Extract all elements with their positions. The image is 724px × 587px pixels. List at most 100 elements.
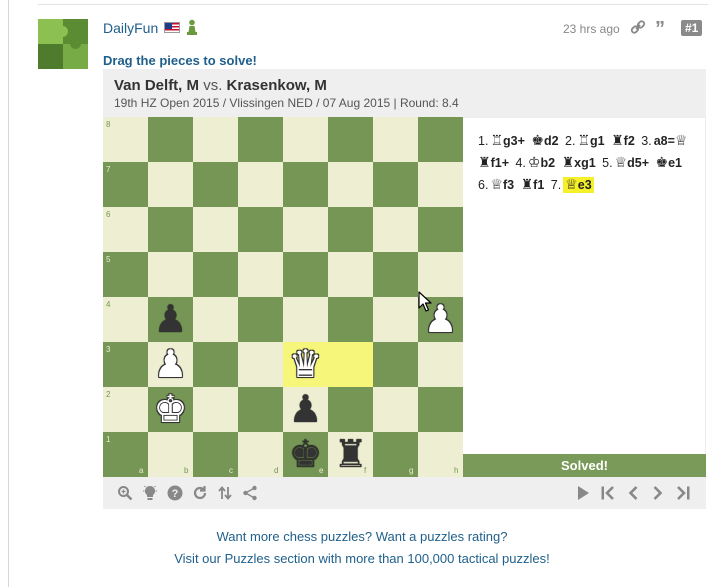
first-move-icon[interactable] xyxy=(599,484,617,502)
square-c8[interactable] xyxy=(193,117,238,162)
white-queen-e3[interactable]: ♛ xyxy=(283,342,328,387)
black-pawn-e2[interactable]: ♟ xyxy=(283,387,328,432)
current-move[interactable]: ♕e3 xyxy=(563,177,594,193)
puzzles-section-link[interactable]: Visit our Puzzles section with more than… xyxy=(42,551,682,566)
square-d4[interactable] xyxy=(238,297,283,342)
move-list-panel: 1. ♖g3+ ♚d2 2. ♖g1 ♜f2 3. a8=♕ ♜f1+ 4. ♔b2 ♜… xyxy=(463,117,706,454)
black-move[interactable]: ♚d2 xyxy=(531,133,558,149)
versus-label: vs. xyxy=(203,77,223,94)
square-h2[interactable] xyxy=(418,387,463,432)
square-g7[interactable] xyxy=(373,162,418,207)
black-move[interactable]: ♚e1 xyxy=(655,155,682,171)
square-h8[interactable] xyxy=(418,117,463,162)
square-e8[interactable] xyxy=(283,117,328,162)
flip-board-icon[interactable] xyxy=(216,484,234,502)
black-rook-f1[interactable]: ♜ xyxy=(328,432,373,477)
black-move[interactable]: ♜f1 xyxy=(520,177,545,193)
piece-glyph-icon: ♚ xyxy=(655,155,669,171)
white-move[interactable]: ♖g3+ xyxy=(490,133,524,149)
rank-label: 6 xyxy=(106,210,111,219)
square-e5[interactable] xyxy=(283,252,328,297)
move-list: 1. ♖g3+ ♚d2 2. ♖g1 ♜f2 3. a8=♕ ♜f1+ 4. ♔b2 ♜… xyxy=(478,130,693,196)
square-g2[interactable] xyxy=(373,387,418,432)
move-number: 4. xyxy=(515,156,526,170)
square-b5[interactable] xyxy=(148,252,193,297)
file-label: c xyxy=(229,466,233,475)
username-link[interactable]: DailyFun xyxy=(103,20,158,36)
square-h6[interactable] xyxy=(418,207,463,252)
us-flag-icon xyxy=(164,22,180,33)
last-move-icon[interactable] xyxy=(674,484,692,502)
file-label: h xyxy=(454,466,459,475)
square-d8[interactable] xyxy=(238,117,283,162)
piece-glyph-icon: ♜ xyxy=(520,177,534,193)
square-b6[interactable] xyxy=(148,207,193,252)
rank-label: 1 xyxy=(106,435,111,444)
square-f4[interactable] xyxy=(328,297,373,342)
square-b8[interactable] xyxy=(148,117,193,162)
next-move-icon[interactable] xyxy=(649,484,667,502)
square-d3[interactable] xyxy=(238,342,283,387)
square-f6[interactable] xyxy=(328,207,373,252)
square-c3[interactable] xyxy=(193,342,238,387)
white-move[interactable]: ♕f3 xyxy=(490,177,514,193)
square-f2[interactable] xyxy=(328,387,373,432)
square-e4[interactable] xyxy=(283,297,328,342)
square-g8[interactable] xyxy=(373,117,418,162)
white-pawn-b3[interactable]: ♟ xyxy=(148,342,193,387)
piece-glyph-icon: ♖ xyxy=(577,133,591,149)
piece-glyph-icon: ♔ xyxy=(527,155,541,171)
file-label: b xyxy=(184,466,189,475)
play-icon[interactable] xyxy=(574,484,592,502)
black-pawn-b4[interactable]: ♟ xyxy=(148,297,193,342)
square-c4[interactable] xyxy=(193,297,238,342)
chess-board[interactable]: 8 7 6 5 4 3 2 1 a b c d e f g h ♟ ♟ ♟ ♛ ♚ ♟ ♚ ♜ xyxy=(103,117,463,477)
hint-icon[interactable] xyxy=(141,484,159,502)
square-b7[interactable] xyxy=(148,162,193,207)
help-icon[interactable]: ? xyxy=(166,484,184,502)
square-f3[interactable] xyxy=(328,342,373,387)
black-king-e1[interactable]: ♚ xyxy=(283,432,328,477)
square-g6[interactable] xyxy=(373,207,418,252)
puzzles-promo-link[interactable]: Want more chess puzzles? Want a puzzles … xyxy=(42,529,682,544)
piece-glyph-icon: ♖ xyxy=(490,133,503,149)
square-d7[interactable] xyxy=(238,162,283,207)
pawn-badge-icon xyxy=(186,19,198,40)
square-c7[interactable] xyxy=(193,162,238,207)
square-f7[interactable] xyxy=(328,162,373,207)
square-f5[interactable] xyxy=(328,252,373,297)
black-move[interactable]: ♜xg1 xyxy=(562,155,596,171)
black-move[interactable]: ♜f1+ xyxy=(478,155,509,171)
share-icon[interactable] xyxy=(241,484,259,502)
link-icon[interactable] xyxy=(630,19,646,40)
square-e6[interactable] xyxy=(283,207,328,252)
rank-label: 3 xyxy=(106,345,111,354)
square-h7[interactable] xyxy=(418,162,463,207)
analysis-icon[interactable] xyxy=(116,484,134,502)
avatar[interactable] xyxy=(38,19,88,69)
square-d6[interactable] xyxy=(238,207,283,252)
previous-move-icon[interactable] xyxy=(624,484,642,502)
square-c5[interactable] xyxy=(193,252,238,297)
square-f8[interactable] xyxy=(328,117,373,162)
square-g3[interactable] xyxy=(373,342,418,387)
retry-icon[interactable] xyxy=(191,484,209,502)
white-move[interactable]: ♖g1 xyxy=(577,133,604,149)
square-d5[interactable] xyxy=(238,252,283,297)
move-number: 3. xyxy=(641,134,652,148)
quote-icon[interactable]: ” xyxy=(655,19,665,39)
square-e7[interactable] xyxy=(283,162,328,207)
white-move[interactable]: a8=♕ xyxy=(654,133,688,149)
move-number: 5. xyxy=(602,156,613,170)
white-move[interactable]: ♔b2 xyxy=(527,155,555,171)
post-number-badge[interactable]: #1 xyxy=(681,20,703,36)
square-g5[interactable] xyxy=(373,252,418,297)
white-move[interactable]: ♕d5+ xyxy=(615,155,649,171)
white-king-b2[interactable]: ♚ xyxy=(148,387,193,432)
square-c2[interactable] xyxy=(193,387,238,432)
square-c6[interactable] xyxy=(193,207,238,252)
square-g4[interactable] xyxy=(373,297,418,342)
black-move[interactable]: ♜f2 xyxy=(611,133,635,149)
square-d2[interactable] xyxy=(238,387,283,432)
square-h3[interactable] xyxy=(418,342,463,387)
